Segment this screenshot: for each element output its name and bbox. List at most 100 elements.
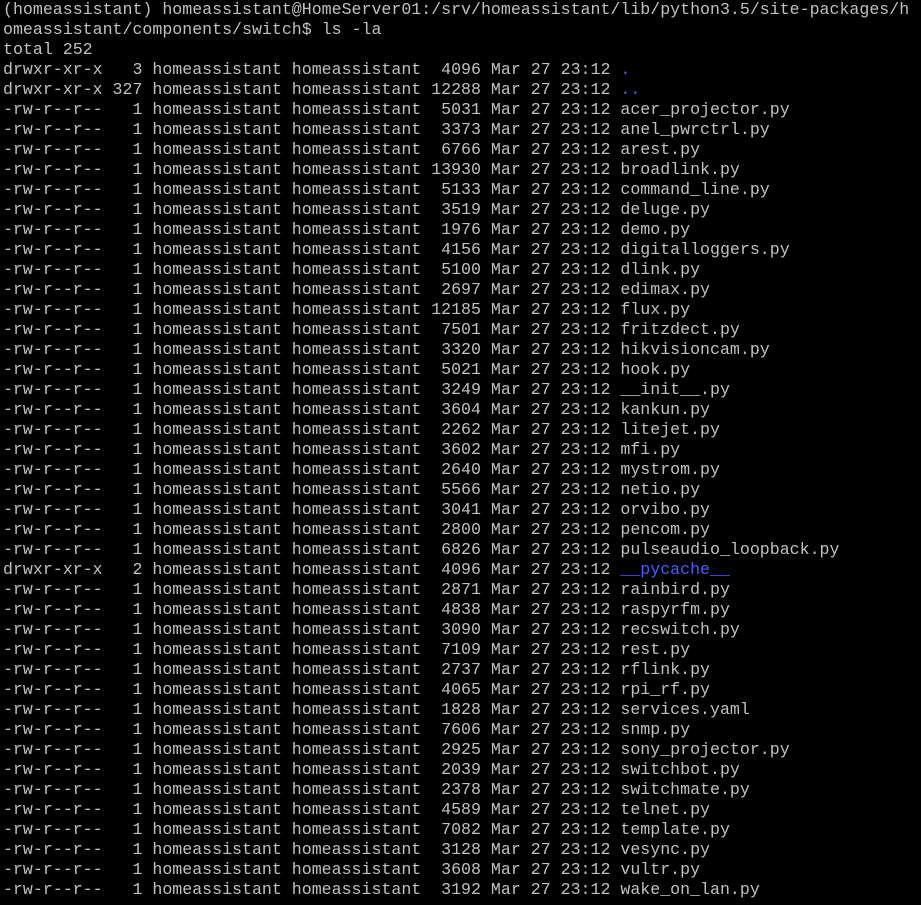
file-meta: -rw-r--r-- 1 homeassistant homeassistant…	[3, 540, 621, 559]
listing-row: -rw-r--r-- 1 homeassistant homeassistant…	[3, 600, 921, 620]
file-meta: -rw-r--r-- 1 homeassistant homeassistant…	[3, 340, 621, 359]
file-meta: -rw-r--r-- 1 homeassistant homeassistant…	[3, 260, 621, 279]
listing-row: -rw-r--r-- 1 homeassistant homeassistant…	[3, 180, 921, 200]
listing-row: -rw-r--r-- 1 homeassistant homeassistant…	[3, 780, 921, 800]
file-name: digitalloggers.py	[620, 240, 790, 259]
listing-row: -rw-r--r-- 1 homeassistant homeassistant…	[3, 620, 921, 640]
listing-row: -rw-r--r-- 1 homeassistant homeassistant…	[3, 480, 921, 500]
file-meta: -rw-r--r-- 1 homeassistant homeassistant…	[3, 460, 621, 479]
file-meta: -rw-r--r-- 1 homeassistant homeassistant…	[3, 580, 621, 599]
file-meta: -rw-r--r-- 1 homeassistant homeassistant…	[3, 500, 621, 519]
file-name: pencom.py	[620, 520, 711, 539]
file-meta: -rw-r--r-- 1 homeassistant homeassistant…	[3, 880, 621, 899]
listing-row: -rw-r--r-- 1 homeassistant homeassistant…	[3, 240, 921, 260]
file-meta: -rw-r--r-- 1 homeassistant homeassistant…	[3, 220, 621, 239]
listing-row: -rw-r--r-- 1 homeassistant homeassistant…	[3, 580, 921, 600]
listing-row: -rw-r--r-- 1 homeassistant homeassistant…	[3, 220, 921, 240]
file-name: arest.py	[620, 140, 701, 159]
listing-row: -rw-r--r-- 1 homeassistant homeassistant…	[3, 520, 921, 540]
listing-row: -rw-r--r-- 1 homeassistant homeassistant…	[3, 500, 921, 520]
file-meta: drwxr-xr-x 2 homeassistant homeassistant…	[3, 560, 621, 579]
file-meta: drwxr-xr-x 327 homeassistant homeassista…	[3, 80, 621, 99]
file-name: switchmate.py	[620, 780, 750, 799]
listing-row: -rw-r--r-- 1 homeassistant homeassistant…	[3, 440, 921, 460]
file-name: deluge.py	[620, 200, 711, 219]
file-meta: -rw-r--r-- 1 homeassistant homeassistant…	[3, 440, 621, 459]
file-meta: -rw-r--r-- 1 homeassistant homeassistant…	[3, 280, 621, 299]
file-name: demo.py	[620, 220, 691, 239]
file-name: acer_projector.py	[620, 100, 790, 119]
file-name: mfi.py	[620, 440, 681, 459]
file-meta: drwxr-xr-x 3 homeassistant homeassistant…	[3, 60, 621, 79]
listing-row: -rw-r--r-- 1 homeassistant homeassistant…	[3, 260, 921, 280]
listing-row: -rw-r--r-- 1 homeassistant homeassistant…	[3, 160, 921, 180]
file-meta: -rw-r--r-- 1 homeassistant homeassistant…	[3, 740, 621, 759]
file-name: edimax.py	[620, 280, 711, 299]
listing-row: -rw-r--r-- 1 homeassistant homeassistant…	[3, 540, 921, 560]
file-meta: -rw-r--r-- 1 homeassistant homeassistant…	[3, 200, 621, 219]
listing-row: -rw-r--r-- 1 homeassistant homeassistant…	[3, 740, 921, 760]
file-name: rainbird.py	[620, 580, 730, 599]
file-meta: -rw-r--r-- 1 homeassistant homeassistant…	[3, 300, 621, 319]
file-name: telnet.py	[620, 800, 711, 819]
file-name: mystrom.py	[620, 460, 720, 479]
listing-row: drwxr-xr-x 327 homeassistant homeassista…	[3, 80, 921, 100]
listing-row: -rw-r--r-- 1 homeassistant homeassistant…	[3, 300, 921, 320]
listing-row: -rw-r--r-- 1 homeassistant homeassistant…	[3, 360, 921, 380]
listing-row: -rw-r--r-- 1 homeassistant homeassistant…	[3, 120, 921, 140]
file-name: hook.py	[620, 360, 691, 379]
file-name: wake_on_lan.py	[620, 880, 760, 899]
listing-row: -rw-r--r-- 1 homeassistant homeassistant…	[3, 880, 921, 900]
listing-row: drwxr-xr-x 2 homeassistant homeassistant…	[3, 560, 921, 580]
listing-row: -rw-r--r-- 1 homeassistant homeassistant…	[3, 700, 921, 720]
file-meta: -rw-r--r-- 1 homeassistant homeassistant…	[3, 480, 621, 499]
listing-row: -rw-r--r-- 1 homeassistant homeassistant…	[3, 680, 921, 700]
file-meta: -rw-r--r-- 1 homeassistant homeassistant…	[3, 860, 621, 879]
listing-row: -rw-r--r-- 1 homeassistant homeassistant…	[3, 280, 921, 300]
file-name: sony_projector.py	[620, 740, 790, 759]
file-name: rest.py	[620, 640, 691, 659]
file-meta: -rw-r--r-- 1 homeassistant homeassistant…	[3, 760, 621, 779]
file-name: flux.py	[620, 300, 691, 319]
file-name: vultr.py	[620, 860, 701, 879]
file-meta: -rw-r--r-- 1 homeassistant homeassistant…	[3, 100, 621, 119]
listing-row: -rw-r--r-- 1 homeassistant homeassistant…	[3, 320, 921, 340]
file-meta: -rw-r--r-- 1 homeassistant homeassistant…	[3, 160, 621, 179]
file-meta: -rw-r--r-- 1 homeassistant homeassistant…	[3, 420, 621, 439]
directory-name: .	[620, 60, 631, 79]
file-meta: -rw-r--r-- 1 homeassistant homeassistant…	[3, 140, 621, 159]
listing-row: -rw-r--r-- 1 homeassistant homeassistant…	[3, 460, 921, 480]
listing-row: -rw-r--r-- 1 homeassistant homeassistant…	[3, 760, 921, 780]
file-meta: -rw-r--r-- 1 homeassistant homeassistant…	[3, 640, 621, 659]
file-meta: -rw-r--r-- 1 homeassistant homeassistant…	[3, 620, 621, 639]
file-name: litejet.py	[620, 420, 720, 439]
file-meta: -rw-r--r-- 1 homeassistant homeassistant…	[3, 400, 621, 419]
listing-row: -rw-r--r-- 1 homeassistant homeassistant…	[3, 860, 921, 880]
file-meta: -rw-r--r-- 1 homeassistant homeassistant…	[3, 600, 621, 619]
file-name: services.yaml	[620, 700, 750, 719]
file-name: vesync.py	[620, 840, 711, 859]
file-meta: -rw-r--r-- 1 homeassistant homeassistant…	[3, 800, 621, 819]
terminal-window[interactable]: (homeassistant) homeassistant@HomeServer…	[0, 0, 921, 905]
file-meta: -rw-r--r-- 1 homeassistant homeassistant…	[3, 820, 621, 839]
listing-row: -rw-r--r-- 1 homeassistant homeassistant…	[3, 660, 921, 680]
file-meta: -rw-r--r-- 1 homeassistant homeassistant…	[3, 840, 621, 859]
file-name: command_line.py	[620, 180, 770, 199]
file-meta: -rw-r--r-- 1 homeassistant homeassistant…	[3, 660, 621, 679]
file-meta: -rw-r--r-- 1 homeassistant homeassistant…	[3, 180, 621, 199]
file-meta: -rw-r--r-- 1 homeassistant homeassistant…	[3, 680, 621, 699]
file-name: rpi_rf.py	[620, 680, 711, 699]
file-name: netio.py	[620, 480, 701, 499]
file-name: __init__.py	[620, 380, 730, 399]
listing-row: -rw-r--r-- 1 homeassistant homeassistant…	[3, 840, 921, 860]
file-meta: -rw-r--r-- 1 homeassistant homeassistant…	[3, 780, 621, 799]
file-name: raspyrfm.py	[620, 600, 730, 619]
command-line: omeassistant/components/switch$ ls -la	[3, 20, 382, 39]
file-meta: -rw-r--r-- 1 homeassistant homeassistant…	[3, 380, 621, 399]
listing-row: -rw-r--r-- 1 homeassistant homeassistant…	[3, 420, 921, 440]
total-line: total 252	[3, 40, 93, 59]
listing-row: -rw-r--r-- 1 homeassistant homeassistant…	[3, 340, 921, 360]
listing-row: -rw-r--r-- 1 homeassistant homeassistant…	[3, 100, 921, 120]
prompt-line: (homeassistant) homeassistant@HomeServer…	[3, 0, 910, 19]
file-name: broadlink.py	[620, 160, 740, 179]
